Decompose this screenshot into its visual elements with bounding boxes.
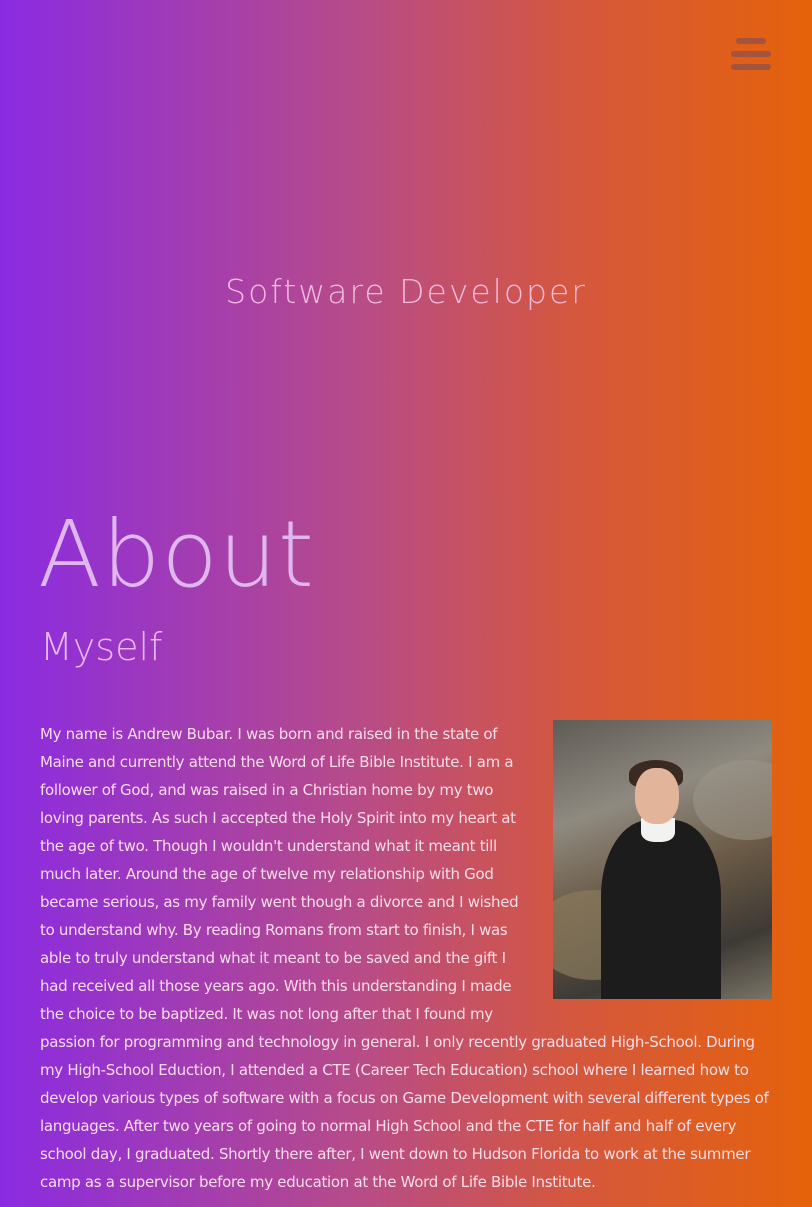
about-subheading: Myself — [40, 625, 163, 669]
portrait-photo — [553, 720, 772, 999]
hero-title: Software Developer — [225, 272, 587, 311]
menu-bar-middle — [731, 51, 771, 57]
photo-rock-decoration — [693, 760, 772, 840]
hamburger-menu-icon[interactable] — [731, 38, 773, 74]
photo-person-body — [601, 820, 721, 999]
photo-person-head — [635, 768, 679, 824]
about-heading: About — [38, 501, 316, 608]
menu-bar-top — [736, 38, 766, 44]
about-content: My name is Andrew Bubar. I was born and … — [40, 720, 772, 1196]
menu-bar-bottom — [731, 64, 771, 70]
